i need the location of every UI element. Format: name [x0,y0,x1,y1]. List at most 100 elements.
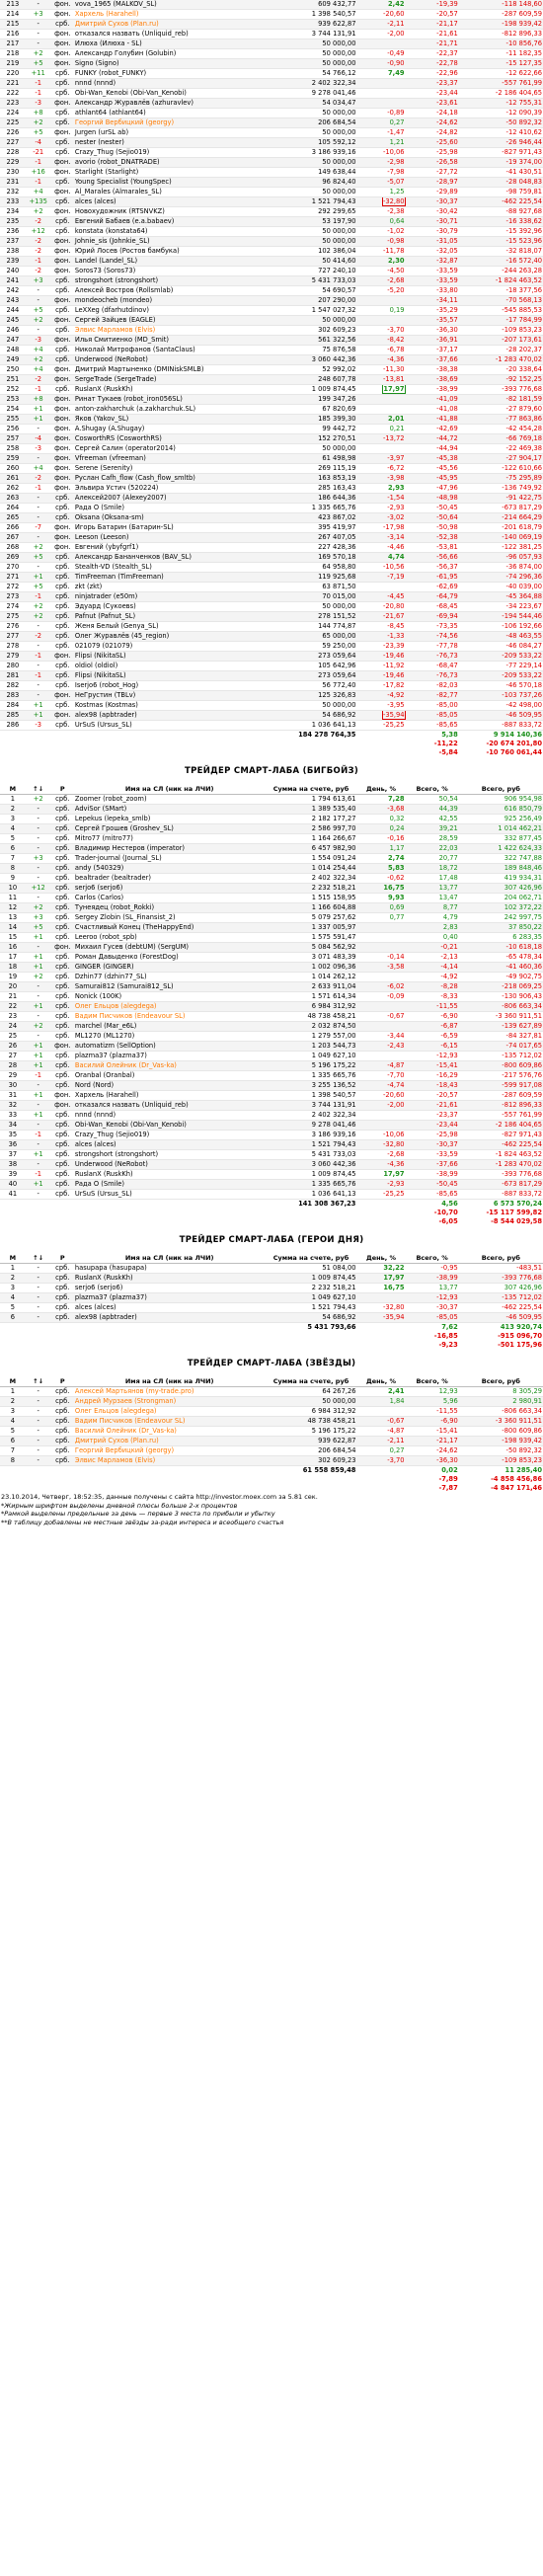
change-cell: - [25,690,51,701]
summary-p3: -5,84 [405,748,459,757]
day-pct-cell: -4,87 [356,1426,406,1437]
rank-cell: 255 [0,414,26,425]
name-cell-text: Счастливый Конец (TheHappyEnd) [74,923,194,931]
type-cell: фон. [50,127,74,138]
total-pct-cell-text: 13,47 [438,894,458,901]
total-rub-cell-text: -26 946,44 [505,138,542,146]
summary-empty-cell [0,1209,26,1217]
balance-cell-text: 2 586 997,70 [311,824,356,832]
change-cell: +2 [25,315,51,326]
name-cell: athlant64 (athlant64) [73,108,266,118]
total-pct-cell-text: 8,77 [442,903,458,911]
total-pct-cell-text: -47,96 [436,484,458,492]
name-cell-text: A.Shugay (A.Shugay) [74,425,145,432]
rank-cell: 214 [0,9,26,20]
name-cell: Алексей Мартьянов (my-trade.pro) [73,1386,266,1397]
summary-empty-cell [0,1341,26,1350]
total-pct-cell: -11,55 [405,1001,459,1012]
type-cell: срб. [50,883,74,894]
summary-total: 141 308 367,23 [265,1200,357,1209]
total-rub-cell: -46 509,95 [458,710,543,721]
total-rub-cell: -109 853,23 [458,1455,543,1466]
summary-empty-cell [265,1332,357,1341]
rank-cell-text: 225 [6,118,20,126]
summary-row: -9,23 -501 175,96 [0,1341,543,1350]
day-pct-cell-text: -1,54 [387,494,405,502]
summary-empty-cell [25,1341,51,1350]
total-rub-cell: -66 769,18 [458,433,543,444]
day-pct-cell-text: -0,16 [387,834,405,842]
change-cell-text: +1 [33,933,43,941]
total-rub-cell: -84 327,81 [458,1031,543,1042]
change-cell-text: - [37,1081,39,1089]
balance-cell: 1 398 540,57 [265,1090,357,1101]
total-pct-cell: -85,05 [405,710,459,721]
name-cell: Oksana (Oksana-sm) [73,512,266,523]
total-rub-cell: -887 833,72 [458,720,543,731]
balance-cell: 63 871,50 [265,582,357,592]
total-rub-cell: -40 039,00 [458,582,543,592]
change-cell-text: +1 [33,405,43,413]
table-row: 34- срб. Obi-Wan_Kenobi (Obi-Van_Kenobi) 9 … [0,1120,543,1131]
total-pct-cell-text: -12,93 [436,1293,458,1301]
rank-cell: 246 [0,325,26,336]
name-cell-text: Алексей Востров (Rollsmlab) [74,286,174,294]
total-rub-cell: -827 971,43 [458,1130,543,1140]
total-rub-cell-text: -45 364,88 [505,592,542,600]
type-cell-text: срб. [55,701,70,709]
change-cell-text: - [37,494,39,502]
day-pct-cell-text: 0,32 [389,815,405,822]
type-cell-text: срб. [55,1293,70,1301]
balance-cell: 61 498,98 [265,453,357,464]
rank-cell-text: 4 [10,1417,16,1425]
total-pct-cell-text: -85,05 [436,1313,458,1321]
balance-cell: 1 014 262,12 [265,972,357,982]
total-pct-cell: 2,83 [405,922,459,933]
change-cell-text: - [37,1284,39,1291]
rank-cell-text: 39 [8,1170,18,1178]
rank-cell-text: 1 [10,1264,16,1272]
rank-cell: 5 [0,833,26,844]
total-pct-cell-text: -24,18 [436,109,458,117]
rank-cell: 10 [0,883,26,894]
change-cell-text: - [37,1190,39,1198]
total-pct-cell: -41,08 [405,404,459,415]
rank-cell: 37 [0,1149,26,1160]
table-row: 272 +5 срб. zkt (zkt) 63 871,50 -62,69 -40 039… [0,582,543,592]
day-pct-cell: 0,27 [356,117,406,128]
type-cell: срб. [50,641,74,652]
summary-empty-cell [50,740,74,748]
balance-cell: 2 402 322,34 [265,873,357,884]
day-pct-cell: -13,72 [356,433,406,444]
day-pct-cell: -35,94 [356,710,406,721]
total-pct-cell-text: -26,58 [436,158,458,166]
rank-cell: 32 [0,1100,26,1111]
balance-cell-text: 50 000,00 [322,602,356,610]
balance-cell-text: 50 000,00 [322,59,356,67]
total-rub-cell-text: -462 225,54 [502,197,542,205]
name-cell-text: anton-zakharchuk (a.zakharchuk.SL) [74,405,196,413]
balance-cell-text: 56 772,40 [322,681,356,689]
rank-cell: 14 [0,922,26,933]
table-row: 259- фон. Vfreeman (vfreeman) 61 498,98 -3,9… [0,453,543,464]
type-cell-text: срб. [55,1150,70,1158]
name-cell: Дмитрий Сухов (Plan.ru) [73,19,266,30]
change-cell: - [25,453,51,464]
rank-cell-text: 259 [6,454,20,462]
total-rub-cell-text: 1 422 624,33 [498,844,542,852]
day-pct-cell: -4,92 [356,690,406,701]
type-cell-text: срб. [55,1387,70,1395]
total-rub-cell-text: -887 833,72 [502,721,542,729]
total-rub-cell: -194 544,46 [458,611,543,622]
total-pct-cell: 13,47 [405,893,459,903]
type-cell-text: фон. [54,425,71,432]
total-rub-cell: -22 469,38 [458,443,543,454]
total-rub-cell-text: -46 570,18 [505,681,542,689]
type-cell-text: срб. [55,795,70,803]
total-rub-cell: -806 663,34 [458,1406,543,1417]
change-cell: +1 [25,710,51,721]
balance-cell: 1 049 627,10 [265,1292,357,1303]
total-rub-cell: -46 084,27 [458,641,543,652]
total-rub-cell: -82 181,59 [458,394,543,405]
balance-cell: 185 399,30 [265,414,357,425]
